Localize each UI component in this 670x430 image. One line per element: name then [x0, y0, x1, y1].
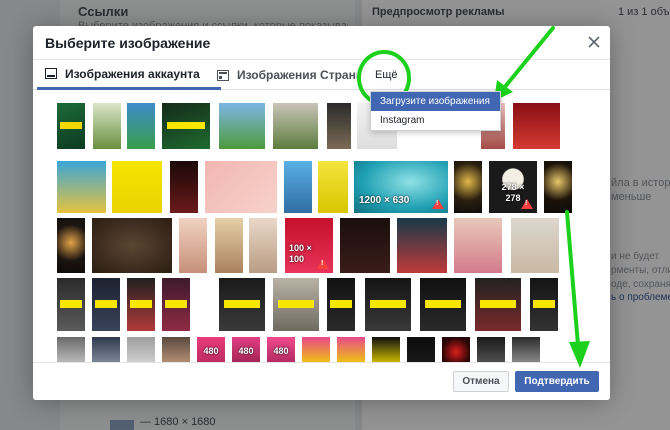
image-thumbnail[interactable] — [162, 278, 190, 331]
image-thumbnail[interactable] — [170, 161, 198, 213]
image-thumbnail[interactable] — [57, 103, 85, 149]
image-thumbnail[interactable] — [340, 218, 390, 273]
image-thumbnail[interactable] — [337, 337, 365, 362]
image-thumbnail[interactable] — [442, 337, 470, 362]
image-icon — [45, 68, 57, 79]
image-thumbnail[interactable] — [420, 278, 466, 331]
warning-icon — [521, 199, 533, 209]
tab-more[interactable]: Ещё — [375, 60, 398, 90]
image-thumbnail[interactable] — [219, 278, 265, 331]
image-thumbnail[interactable] — [530, 278, 558, 331]
image-thumbnail[interactable] — [92, 337, 120, 362]
image-thumbnail[interactable]: 480 — [197, 337, 225, 362]
image-thumbnail[interactable]: 480 — [232, 337, 260, 362]
image-thumbnail[interactable] — [127, 103, 155, 149]
tab-label: Изображения Страниц — [237, 68, 357, 82]
close-icon[interactable] — [586, 34, 602, 50]
image-thumbnail[interactable] — [205, 161, 277, 213]
image-thumbnail[interactable] — [327, 103, 351, 149]
page-icon — [217, 69, 229, 81]
tab-label: Изображения аккаунта — [65, 66, 200, 81]
image-thumbnail[interactable] — [407, 337, 435, 362]
menu-item-instagram[interactable]: Instagram — [371, 111, 500, 130]
image-thumbnail[interactable] — [273, 103, 318, 149]
image-thumbnail[interactable] — [477, 337, 505, 362]
image-thumbnail[interactable] — [365, 278, 411, 331]
image-thumbnail[interactable] — [512, 337, 540, 362]
confirm-button[interactable]: Подтвердить — [515, 371, 599, 392]
image-thumbnail[interactable] — [513, 103, 560, 149]
image-thumbnail[interactable] — [219, 103, 265, 149]
image-thumbnail[interactable] — [397, 218, 447, 273]
image-thumbnail[interactable] — [112, 161, 162, 213]
dialog-header: Выберите изображение — [33, 26, 610, 60]
image-thumbnail[interactable] — [127, 337, 155, 362]
select-image-dialog: Выберите изображение Изображения аккаунт… — [33, 26, 610, 400]
image-thumbnail[interactable] — [57, 218, 85, 273]
image-thumbnail[interactable]: 278 × 278 — [489, 161, 537, 213]
image-thumbnail[interactable] — [127, 278, 155, 331]
image-thumbnail[interactable] — [327, 278, 355, 331]
image-thumbnail[interactable] — [57, 278, 85, 331]
cancel-button[interactable]: Отмена — [453, 371, 509, 392]
image-thumbnail[interactable] — [511, 218, 559, 273]
image-size-label: 480 — [273, 346, 289, 356]
image-thumbnail[interactable] — [93, 103, 121, 149]
image-thumbnail[interactable] — [57, 337, 85, 362]
image-size-label: 480 — [238, 346, 254, 356]
image-thumbnail[interactable] — [57, 161, 106, 213]
warning-icon — [432, 199, 444, 209]
tab-label: Ещё — [375, 69, 398, 81]
image-thumbnail[interactable] — [162, 337, 190, 362]
image-thumbnail[interactable] — [162, 103, 210, 149]
image-thumbnail[interactable] — [454, 218, 502, 273]
image-thumbnail[interactable]: 480 — [267, 337, 295, 362]
image-source-tabs: Изображения аккаунта Изображения Страниц… — [33, 60, 610, 90]
image-thumbnail[interactable] — [249, 218, 277, 273]
dialog-title: Выберите изображение — [45, 35, 211, 51]
image-thumbnail[interactable]: 1200 × 630 — [354, 161, 448, 213]
more-dropdown-menu: Загрузите изображения Instagram — [370, 91, 501, 131]
image-thumbnail[interactable] — [179, 218, 207, 273]
image-thumbnail[interactable] — [215, 218, 243, 273]
tab-account-images[interactable]: Изображения аккаунта — [37, 60, 221, 90]
image-thumbnail[interactable] — [318, 161, 348, 213]
image-size-label: 1200 × 630 — [359, 195, 410, 206]
image-thumbnail[interactable] — [92, 278, 120, 331]
image-size-label: 480 — [203, 346, 219, 356]
image-thumbnail[interactable] — [273, 278, 319, 331]
image-thumbnail[interactable] — [302, 337, 330, 362]
image-thumbnail[interactable]: 100 × 100 — [285, 218, 333, 273]
image-thumbnail[interactable] — [284, 161, 312, 213]
image-grid: 1200 × 630 278 × 278 100 × 100 — [33, 92, 610, 362]
image-thumbnail[interactable] — [372, 337, 400, 362]
image-thumbnail[interactable] — [454, 161, 482, 213]
tab-page-images[interactable]: Изображения Страниц — [215, 60, 357, 90]
menu-item-upload-images[interactable]: Загрузите изображения — [371, 92, 500, 111]
image-thumbnail[interactable] — [544, 161, 572, 213]
dialog-footer: Отмена Подтвердить — [33, 362, 610, 400]
image-thumbnail[interactable] — [92, 218, 172, 273]
image-thumbnail[interactable] — [475, 278, 521, 331]
warning-icon — [317, 259, 329, 269]
